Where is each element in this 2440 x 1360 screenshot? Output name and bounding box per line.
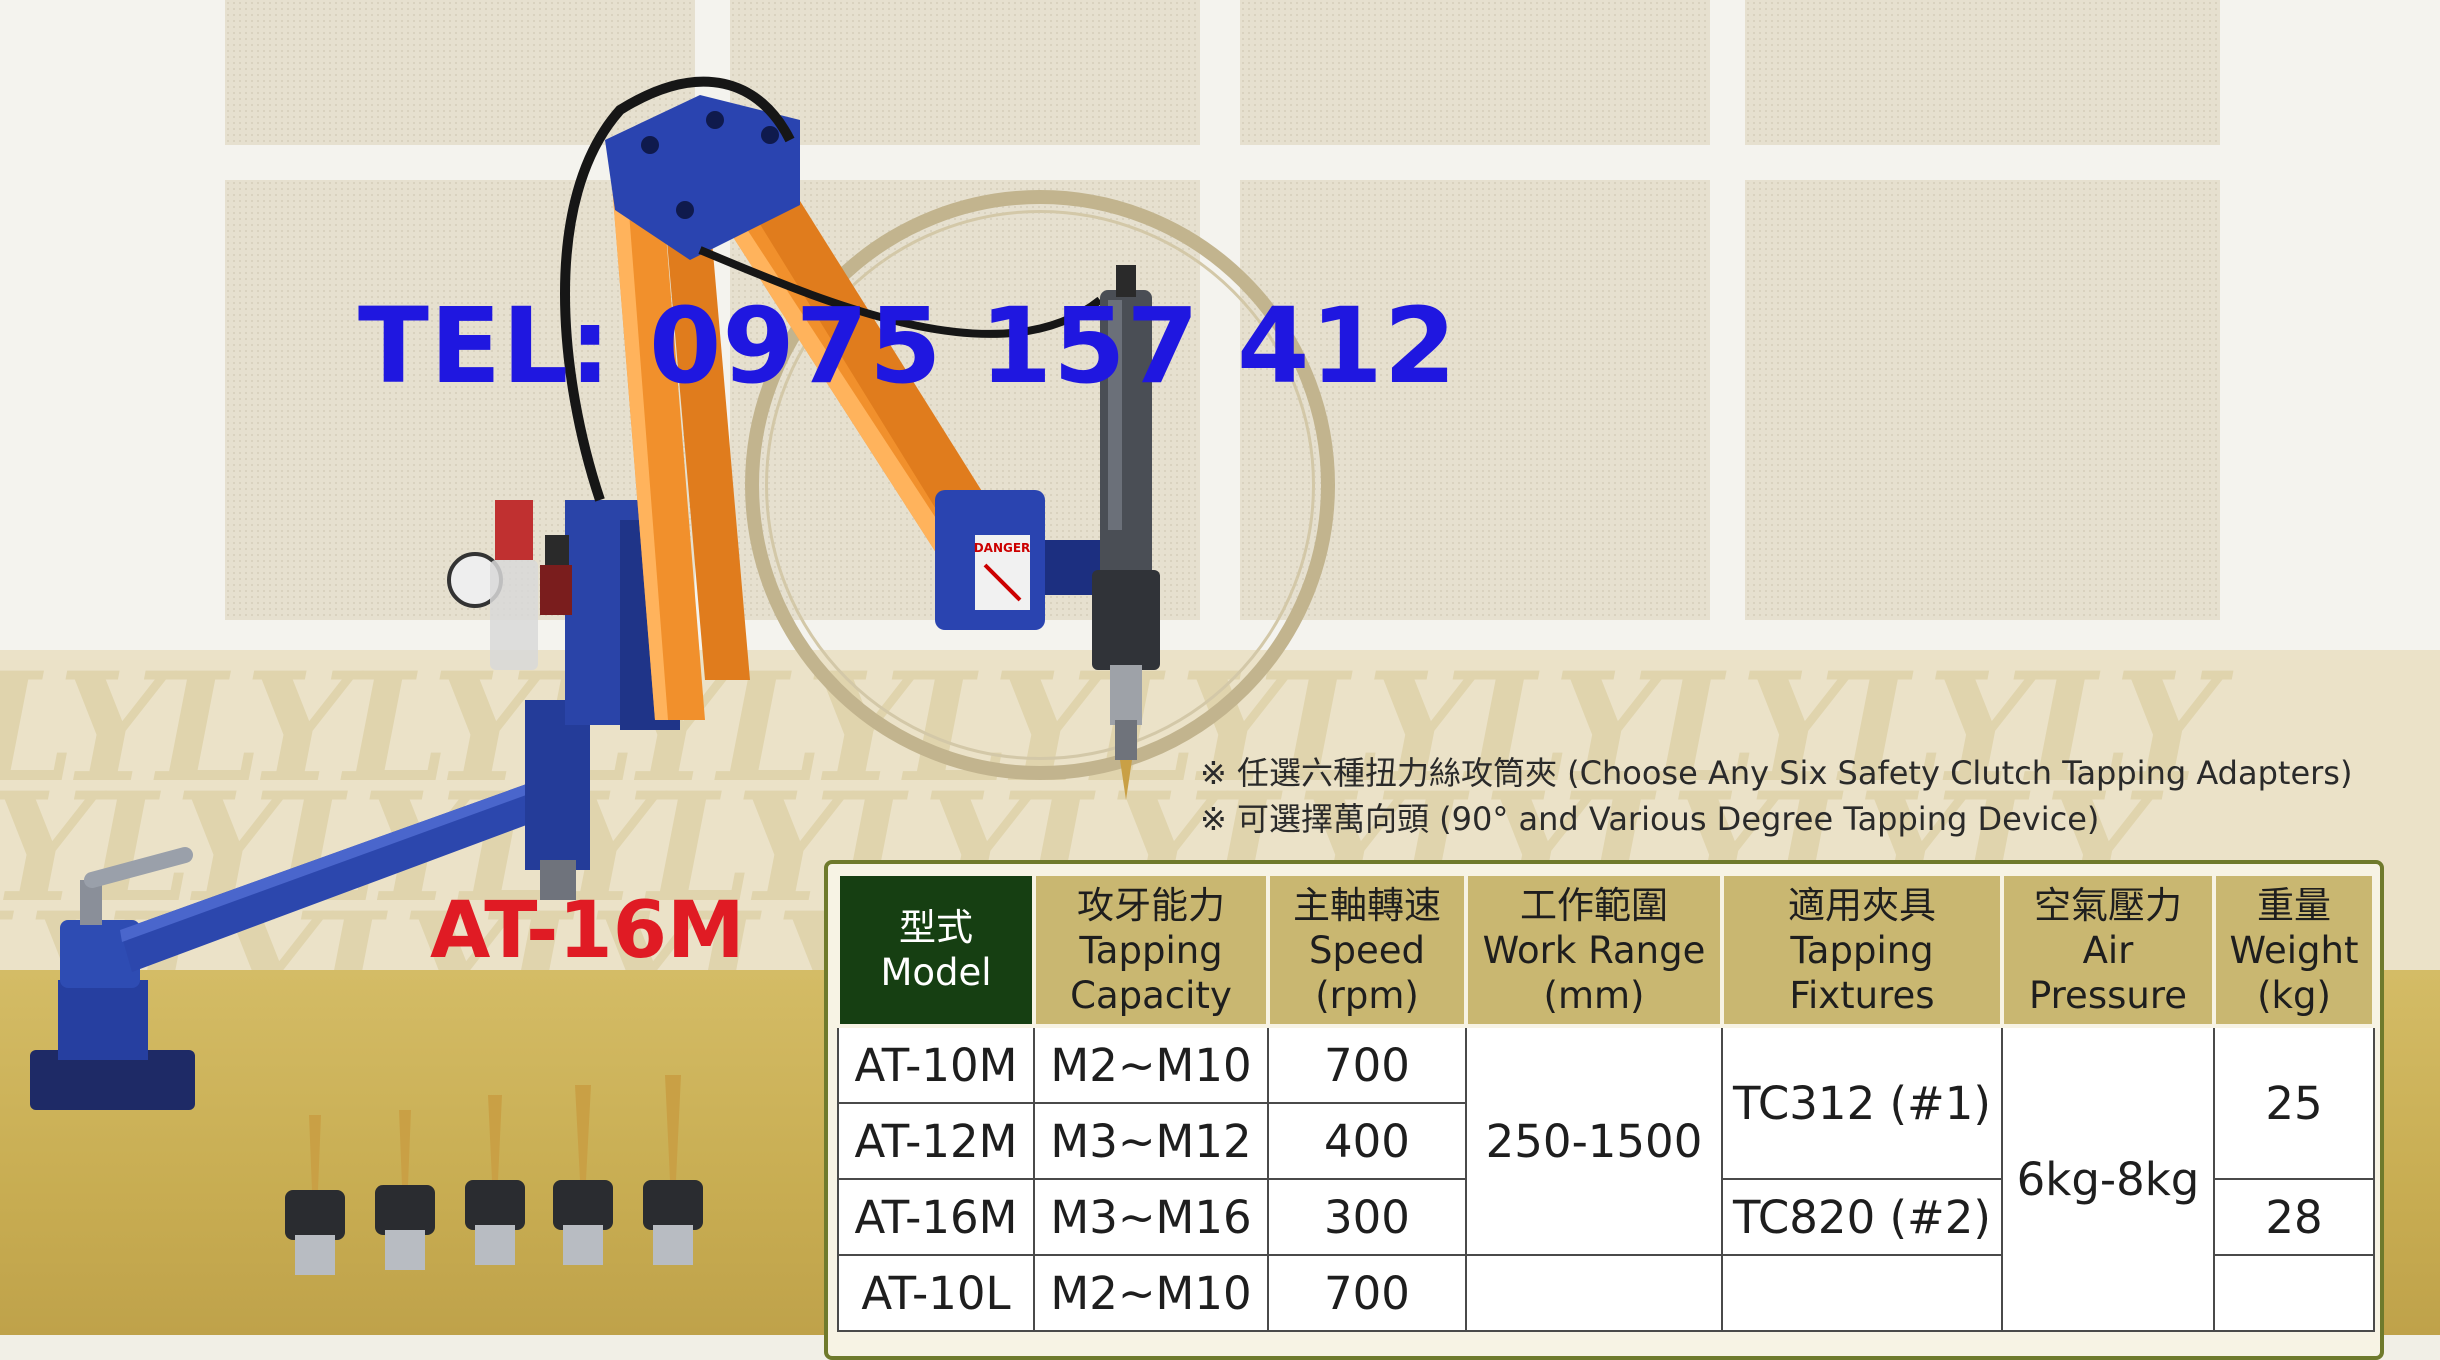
- cell-model: AT-10L: [837, 1254, 1035, 1332]
- cell-weight: 25: [2213, 1025, 2375, 1180]
- header-weight-zh: 重量: [2257, 883, 2331, 927]
- header-fixtures-zh: 適用夾具: [1788, 883, 1936, 927]
- header-range-en: Work Range: [1482, 928, 1706, 972]
- header-pressure-en: Pressure: [2029, 973, 2187, 1017]
- table-header-row: 型式 Model 攻牙能力 Tapping Capacity 主軸轉速 Spee…: [836, 872, 2376, 1028]
- cell-fixture: TC820 (#2): [1721, 1178, 2003, 1256]
- header-pressure-zh: 空氣壓力: [2034, 883, 2182, 927]
- header-speed-unit: (rpm): [1315, 973, 1419, 1017]
- header-fixtures: 適用夾具 Tapping Fixtures: [1720, 872, 2004, 1028]
- cell-speed: 400: [1267, 1102, 1467, 1180]
- header-fixtures-en: Tapping: [1790, 928, 1934, 972]
- note-adapters: ※ 任選六種扭力絲攻筒夾 (Choose Any Six Safety Clut…: [1200, 754, 2353, 792]
- note-tapping-device: ※ 可選擇萬向頭 (90° and Various Degree Tapping…: [1200, 800, 2100, 838]
- header-model-en: Model: [880, 951, 992, 994]
- header-weight: 重量 Weight (kg): [2212, 872, 2376, 1028]
- air-regulator: [447, 500, 572, 670]
- header-capacity-en: Tapping: [1079, 928, 1223, 972]
- header-model-zh: 型式: [899, 906, 973, 949]
- cell-weight-cut: [2213, 1254, 2375, 1332]
- header-capacity-en: Capacity: [1070, 973, 1232, 1017]
- cell-capacity: M3~M16: [1033, 1178, 1269, 1256]
- cell-fixture-cut: [1721, 1254, 2003, 1332]
- header-air-pressure: 空氣壓力 Air Pressure: [2000, 872, 2216, 1028]
- cell-fixture: TC312 (#1): [1721, 1025, 2003, 1180]
- header-range-unit: (mm): [1543, 973, 1645, 1017]
- cell-weight: 28: [2213, 1178, 2375, 1256]
- cell-model: AT-12M: [837, 1102, 1035, 1180]
- cell-speed: 700: [1267, 1254, 1467, 1332]
- header-capacity-zh: 攻牙能力: [1077, 883, 1225, 927]
- phone-number: TEL: 0975 157 412: [358, 285, 1458, 407]
- cell-capacity: M2~M10: [1033, 1025, 1269, 1104]
- cell-model: AT-10M: [837, 1025, 1035, 1104]
- danger-label: DANGER: [974, 541, 1031, 555]
- cell-work-range: 250-1500: [1465, 1025, 1723, 1256]
- header-fixtures-en: Fixtures: [1789, 973, 1935, 1017]
- cell-speed: 300: [1267, 1178, 1467, 1256]
- header-weight-en: Weight: [2229, 928, 2359, 972]
- cell-model: AT-16M: [837, 1178, 1035, 1256]
- cell-work-range-cut: [1465, 1254, 1723, 1332]
- model-name-label: AT-16M: [430, 886, 745, 976]
- header-capacity: 攻牙能力 Tapping Capacity: [1032, 872, 1270, 1028]
- cell-capacity: M3~M12: [1033, 1102, 1269, 1180]
- spec-table: 型式 Model 攻牙能力 Tapping Capacity 主軸轉速 Spee…: [836, 872, 2376, 1332]
- header-speed: 主軸轉速 Speed (rpm): [1266, 872, 1468, 1028]
- header-range-zh: 工作範圍: [1520, 883, 1668, 927]
- cell-capacity: M2~M10: [1033, 1254, 1269, 1332]
- header-model: 型式 Model: [836, 872, 1036, 1028]
- header-work-range: 工作範圍 Work Range (mm): [1464, 872, 1724, 1028]
- header-weight-unit: (kg): [2257, 973, 2331, 1017]
- table-row: AT-10M M2~M10 700 250-1500 TC312 (#1) 6k…: [837, 1025, 2375, 1332]
- tapping-adapters: [285, 1075, 703, 1275]
- cell-air-pressure: 6kg-8kg: [2001, 1025, 2215, 1332]
- cell-speed: 700: [1267, 1025, 1467, 1104]
- header-speed-zh: 主軸轉速: [1293, 883, 1441, 927]
- header-pressure-en: Air: [2082, 928, 2134, 972]
- header-speed-en: Speed: [1309, 928, 1425, 972]
